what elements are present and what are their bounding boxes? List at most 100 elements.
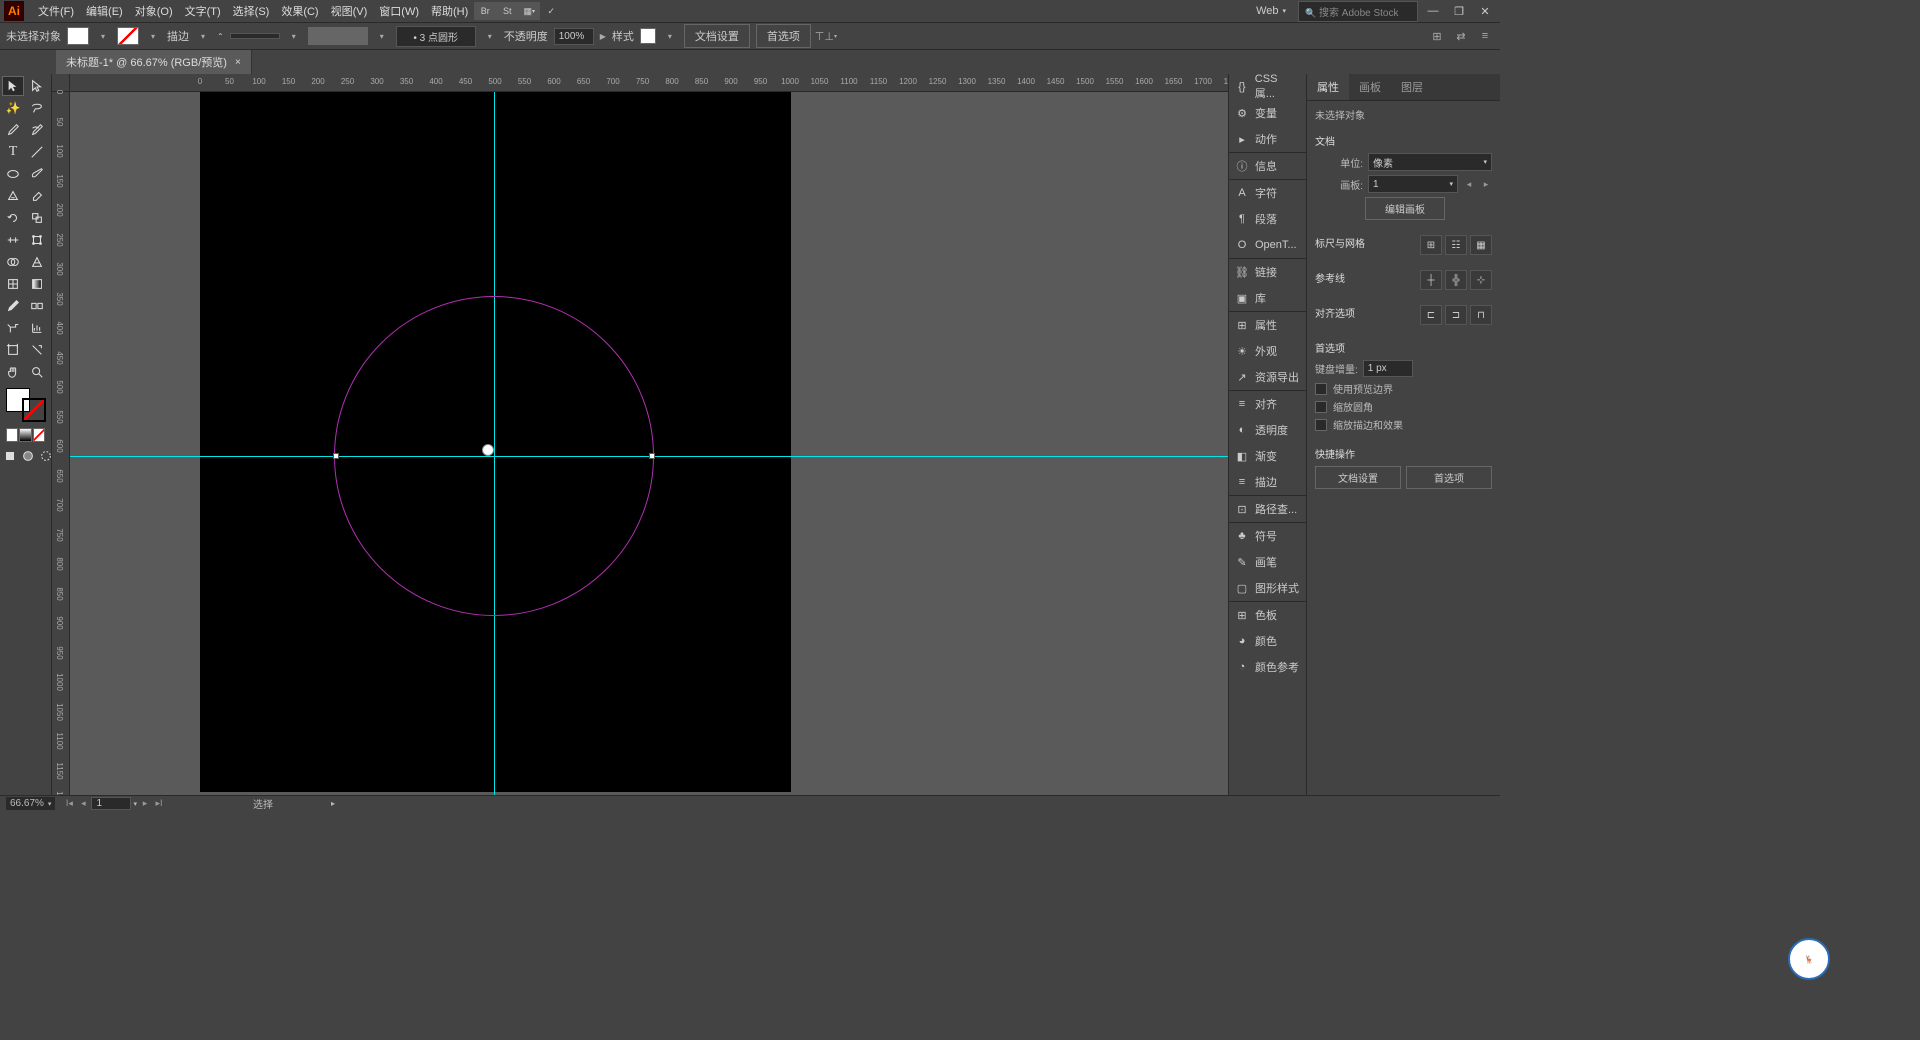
align-icon-2[interactable]: ⊐ — [1445, 305, 1467, 325]
panel-para[interactable]: ¶段落 — [1229, 206, 1306, 232]
symbol-sprayer-tool[interactable] — [2, 318, 24, 338]
draw-normal[interactable] — [2, 446, 18, 466]
panel-brush[interactable]: ✎画笔 — [1229, 549, 1306, 575]
zoom-field[interactable]: 66.67%▾ — [6, 797, 55, 810]
align-icon-3[interactable]: ⊓ — [1470, 305, 1492, 325]
quick-doc-setup-button[interactable]: 文档设置 — [1315, 466, 1401, 489]
close-button[interactable]: ✕ — [1474, 2, 1496, 20]
panel-cref[interactable]: ◔颜色参考 — [1229, 654, 1306, 680]
lasso-tool[interactable] — [26, 98, 48, 118]
anchor-left[interactable] — [333, 453, 339, 459]
panel-stroke[interactable]: ≡描边 — [1229, 469, 1306, 495]
opacity-field[interactable]: 100% — [554, 28, 594, 45]
pen-tool[interactable] — [2, 120, 24, 140]
fill-swatch[interactable] — [67, 27, 89, 45]
eraser-tool[interactable] — [26, 186, 48, 206]
menu-select[interactable]: 选择(S) — [227, 0, 276, 22]
paintbrush-tool[interactable] — [26, 164, 48, 184]
line-tool[interactable] — [26, 142, 48, 162]
key-increment-field[interactable]: 1 px — [1363, 360, 1413, 377]
style-swatch[interactable] — [640, 28, 656, 44]
panel-play[interactable]: ▸动作 — [1229, 126, 1306, 152]
stroke-dd[interactable]: ▾ — [145, 32, 161, 41]
cb-scale-strokes[interactable]: 缩放描边和效果 — [1315, 417, 1492, 432]
color-mode[interactable] — [6, 428, 18, 442]
horizontal-ruler[interactable]: 0501001502002503003504004505005506006507… — [70, 74, 1228, 92]
doc-setup-button[interactable]: 文档设置 — [684, 24, 750, 48]
nav-first[interactable]: I◂ — [63, 798, 75, 809]
artboard-select[interactable]: 1▾ — [1368, 175, 1458, 193]
panel-swatch[interactable]: ⊞色板 — [1229, 602, 1306, 628]
panel-var[interactable]: ⚙变量 — [1229, 100, 1306, 126]
transparency-grid-icon[interactable]: ▦ — [1470, 235, 1492, 255]
rotate-tool[interactable] — [2, 208, 24, 228]
anchor-center[interactable] — [482, 444, 494, 456]
view-icon-2[interactable]: ⇄ — [1452, 27, 1470, 45]
panel-css[interactable]: {}CSS 属... — [1229, 74, 1306, 100]
fill-stroke-indicator[interactable] — [6, 388, 46, 422]
graph-tool[interactable] — [26, 318, 48, 338]
type-tool[interactable]: T — [2, 142, 24, 162]
fill-dd[interactable]: ▾ — [95, 32, 111, 41]
grid-toggle-icon[interactable]: ☷ — [1445, 235, 1467, 255]
eyedropper-tool[interactable] — [2, 296, 24, 316]
selection-tool[interactable] — [2, 76, 24, 96]
edit-artboard-button[interactable]: 编辑画板 — [1365, 197, 1445, 220]
magic-wand-tool[interactable]: ✨ — [2, 98, 24, 118]
stroke-weight-field[interactable] — [230, 33, 280, 39]
panel-gstyle[interactable]: ▢图形样式 — [1229, 575, 1306, 601]
perspective-tool[interactable] — [26, 252, 48, 272]
view-icon-3[interactable]: ≡ — [1476, 27, 1494, 45]
curvature-tool[interactable] — [26, 120, 48, 140]
draw-behind[interactable] — [20, 446, 36, 466]
vw-profile[interactable] — [308, 27, 368, 45]
tab-artboards[interactable]: 画板 — [1349, 74, 1391, 100]
menu-help[interactable]: 帮助(H) — [425, 0, 474, 22]
tab-close-icon[interactable]: × — [235, 57, 241, 68]
guide-icon-3[interactable]: ⊹ — [1470, 270, 1492, 290]
menu-object[interactable]: 对象(O) — [129, 0, 179, 22]
slice-tool[interactable] — [26, 340, 48, 360]
cb-scale-corners[interactable]: 缩放圆角 — [1315, 399, 1492, 414]
anchor-right[interactable] — [649, 453, 655, 459]
menu-effect[interactable]: 效果(C) — [275, 0, 324, 22]
panel-O[interactable]: OOpenT... — [1229, 232, 1306, 258]
none-mode[interactable] — [33, 428, 45, 442]
shape-builder-tool[interactable] — [2, 252, 24, 272]
restore-button[interactable]: ❐ — [1448, 2, 1470, 20]
gradient-tool[interactable] — [26, 274, 48, 294]
ellipse-path[interactable] — [334, 296, 654, 616]
panel-prop[interactable]: ⊞属性 — [1229, 312, 1306, 338]
align-icon-1[interactable]: ⊏ — [1420, 305, 1442, 325]
menu-type[interactable]: 文字(T) — [179, 0, 227, 22]
stock-button[interactable]: St — [496, 2, 518, 20]
brush-field[interactable]: • 3 点圆形 — [396, 26, 476, 47]
quick-prefs-button[interactable]: 首选项 — [1406, 466, 1492, 489]
panel-link[interactable]: ⛓链接 — [1229, 259, 1306, 285]
scale-tool[interactable] — [26, 208, 48, 228]
menu-edit[interactable]: 编辑(E) — [80, 0, 129, 22]
panel-info[interactable]: ⓘ信息 — [1229, 153, 1306, 179]
bridge-button[interactable]: Br — [474, 2, 496, 20]
blend-tool[interactable] — [26, 296, 48, 316]
arrange-button[interactable]: ▦▾ — [518, 2, 540, 20]
view-icon-1[interactable]: ⊞ — [1428, 27, 1446, 45]
zoom-tool[interactable] — [26, 362, 48, 382]
ellipse-tool[interactable] — [2, 164, 24, 184]
shaper-tool[interactable] — [2, 186, 24, 206]
panel-color[interactable]: ◕颜色 — [1229, 628, 1306, 654]
tab-properties[interactable]: 属性 — [1307, 74, 1349, 100]
menu-view[interactable]: 视图(V) — [325, 0, 374, 22]
cb-preview-bounds[interactable]: 使用预览边界 — [1315, 381, 1492, 396]
panel-sym[interactable]: ♣符号 — [1229, 523, 1306, 549]
panel-sun[interactable]: ☀外观 — [1229, 338, 1306, 364]
mesh-tool[interactable] — [2, 274, 24, 294]
panel-align[interactable]: ≡对齐 — [1229, 391, 1306, 417]
panel-A[interactable]: A字符 — [1229, 180, 1306, 206]
gpu-button[interactable]: ✓ — [540, 2, 562, 20]
guide-icon-1[interactable]: ┼ — [1420, 270, 1442, 290]
document-tab[interactable]: 未标题-1* @ 66.67% (RGB/预览) × — [56, 50, 252, 74]
panel-path[interactable]: ⊡路径查... — [1229, 496, 1306, 522]
width-tool[interactable] — [2, 230, 24, 250]
stroke-label[interactable]: 描边 — [167, 28, 189, 44]
